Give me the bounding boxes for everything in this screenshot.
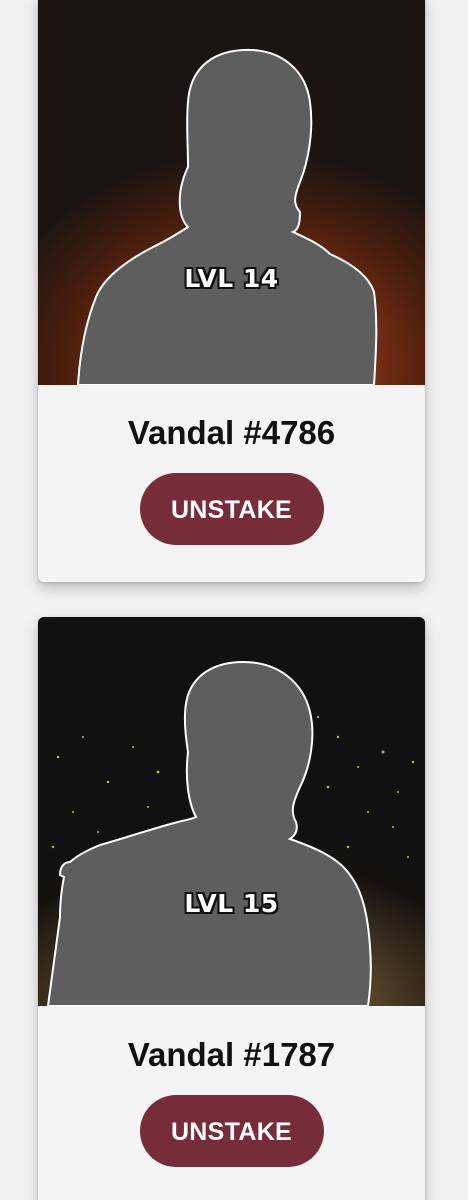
level-badge: LVL 15: [184, 889, 279, 918]
nft-card: LVL 14 Vandal #4786 UNSTAKE: [38, 0, 425, 582]
nft-info: Vandal #4786 UNSTAKE: [38, 385, 425, 545]
nft-name: Vandal #1787: [127, 1036, 336, 1073]
nft-name: Vandal #4786: [127, 414, 336, 451]
nft-artwork: LVL 15: [38, 617, 425, 1006]
unstake-button[interactable]: UNSTAKE: [139, 1095, 324, 1167]
character-silhouette-icon: [76, 48, 378, 385]
unstake-button[interactable]: UNSTAKE: [139, 473, 324, 545]
character-silhouette-icon: [46, 660, 372, 1006]
nft-artwork: LVL 14: [38, 0, 425, 385]
nft-info: Vandal #1787 UNSTAKE: [38, 1006, 425, 1167]
level-badge: LVL 14: [184, 264, 279, 293]
nft-card: LVL 15 Vandal #1787 UNSTAKE: [38, 617, 425, 1200]
staked-nft-list: LVL 14 Vandal #4786 UNSTAKE LVL 15 Vanda…: [0, 0, 468, 1200]
